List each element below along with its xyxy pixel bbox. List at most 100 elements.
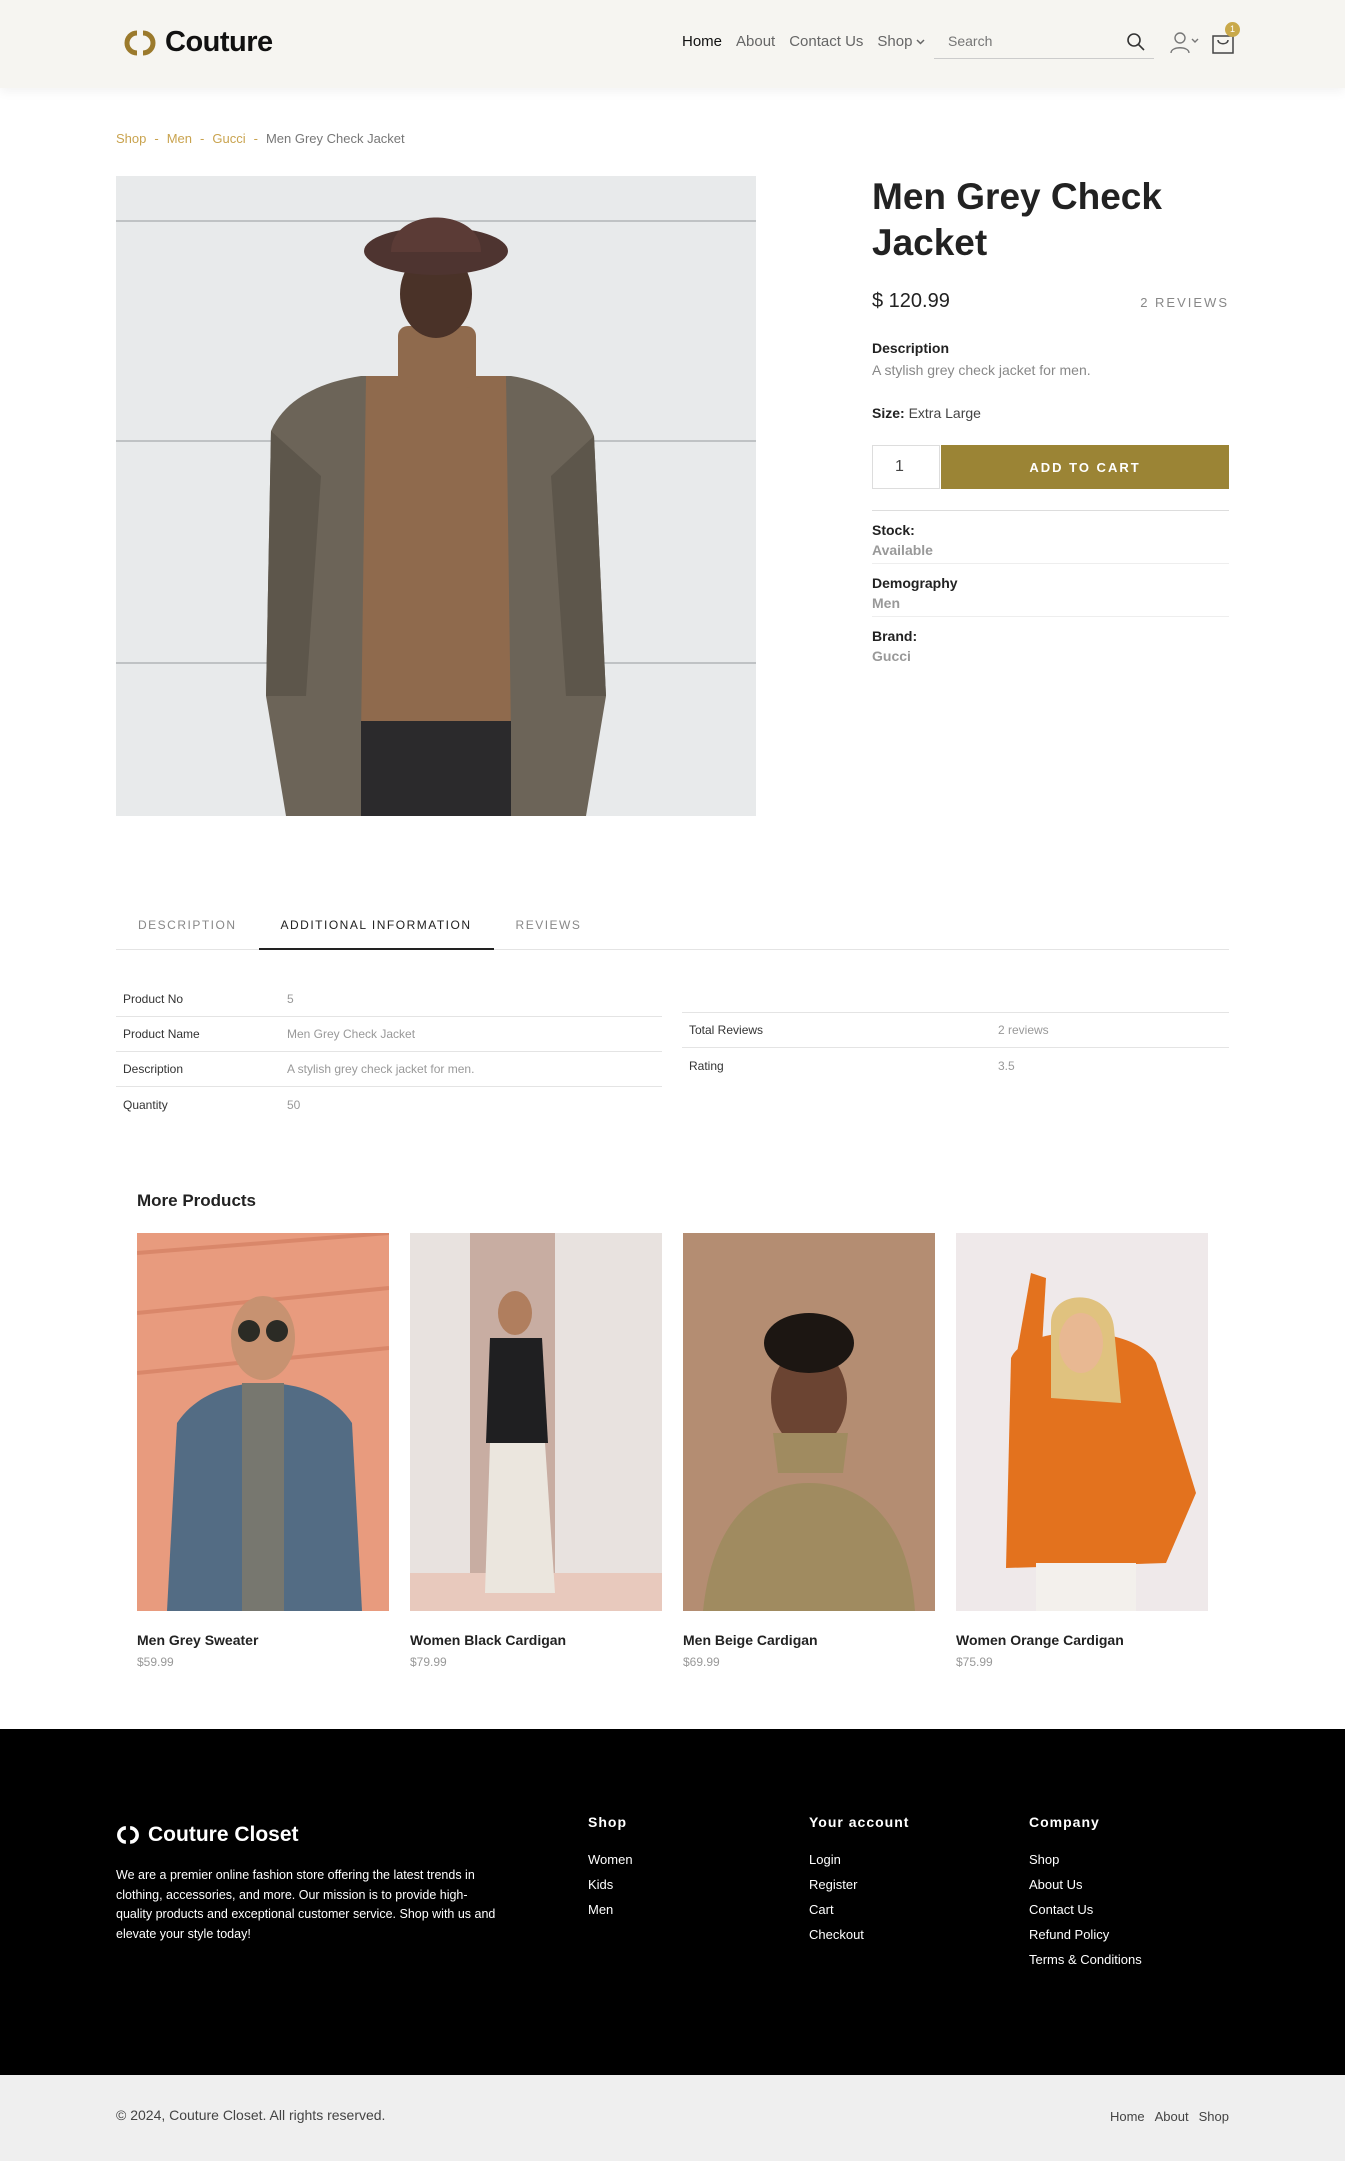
table-row: Quantity 50	[116, 1087, 662, 1122]
bottom-link-home[interactable]: Home	[1110, 2109, 1145, 2124]
table-row: Product No 5	[116, 982, 662, 1017]
tab-description[interactable]: DESCRIPTION	[116, 900, 259, 950]
description-text: A stylish grey check jacket for men.	[872, 362, 1091, 378]
size-info: Size: Extra Large	[872, 405, 981, 421]
footer-shop-column: Shop Women Kids Men	[588, 1814, 633, 1927]
nav-home[interactable]: Home	[682, 33, 722, 50]
info-value: 2 reviews	[998, 1023, 1049, 1037]
product-card-name[interactable]: Women Orange Cardigan	[956, 1632, 1208, 1648]
breadcrumb-shop[interactable]: Shop	[116, 131, 146, 146]
footer-link-refund[interactable]: Refund Policy	[1029, 1927, 1142, 1942]
product-card-price: $59.99	[137, 1655, 174, 1669]
footer-link-women[interactable]: Women	[588, 1852, 633, 1867]
reviews-count-link[interactable]: 2 REVIEWS	[1140, 295, 1229, 310]
table-row: Description A stylish grey check jacket …	[116, 1052, 662, 1087]
breadcrumb-separator: -	[253, 131, 258, 146]
review-info-table: Total Reviews 2 reviews Rating 3.5	[682, 1012, 1229, 1083]
nav-about[interactable]: About	[736, 33, 775, 50]
site-header: Couture Home About Contact Us Shop 1	[0, 0, 1345, 88]
product-info-table: Product No 5 Product Name Men Grey Check…	[116, 982, 662, 1122]
footer-about-text: We are a premier online fashion store of…	[116, 1868, 496, 1941]
product-card-image	[136, 1231, 390, 1611]
bottom-link-shop[interactable]: Shop	[1199, 2109, 1229, 2124]
info-key: Rating	[689, 1058, 724, 1073]
copyright-text: © 2024, Couture Closet. All rights reser…	[116, 2107, 386, 2123]
footer-link-shop[interactable]: Shop	[1029, 1852, 1142, 1867]
product-card-price: $75.99	[956, 1655, 993, 1669]
meta-key: Demography	[872, 575, 958, 591]
tab-reviews[interactable]: REVIEWS	[494, 900, 604, 950]
footer-link-checkout[interactable]: Checkout	[809, 1927, 909, 1942]
table-row: Rating 3.5	[682, 1048, 1229, 1083]
footer-link-men[interactable]: Men	[588, 1902, 633, 1917]
footer-logo-text: Couture Closet	[148, 1823, 299, 1846]
breadcrumb-men[interactable]: Men	[167, 131, 192, 146]
info-value: Men Grey Check Jacket	[287, 1027, 416, 1041]
footer-link-kids[interactable]: Kids	[588, 1877, 633, 1892]
breadcrumb-gucci[interactable]: Gucci	[212, 131, 245, 146]
meta-key: Brand:	[872, 628, 918, 644]
product-title: Men Grey Check Jacket	[872, 176, 1162, 263]
footer-link-contact[interactable]: Contact Us	[1029, 1902, 1142, 1917]
footer-link-terms[interactable]: Terms & Conditions	[1029, 1952, 1142, 1967]
table-row: Total Reviews 2 reviews	[682, 1013, 1229, 1048]
breadcrumb-current: Men Grey Check Jacket	[265, 131, 405, 146]
product-card[interactable]: Women Orange Cardigan $75.99	[956, 1233, 1208, 1669]
info-key: Quantity	[123, 1097, 168, 1112]
breadcrumb-separator: -	[154, 131, 159, 146]
couture-logo-icon	[124, 30, 156, 55]
info-key: Description	[123, 1062, 184, 1076]
footer-account-column: Your account Login Register Cart Checkou…	[809, 1814, 909, 1952]
size-label: Size:	[872, 405, 905, 421]
quantity-input[interactable]	[872, 445, 940, 489]
main-nav: Home About Contact Us Shop	[682, 33, 925, 50]
product-card-name[interactable]: Men Beige Cardigan	[683, 1632, 935, 1648]
product-card-name[interactable]: Women Black Cardigan	[410, 1632, 662, 1648]
meta-value: Available	[872, 542, 933, 558]
bottom-bar: © 2024, Couture Closet. All rights reser…	[0, 2075, 1345, 2161]
info-value: 5	[287, 992, 294, 1006]
footer-link-cart[interactable]: Cart	[809, 1902, 909, 1917]
info-key: Total Reviews	[689, 1023, 764, 1037]
nav-shop-label: Shop	[877, 33, 913, 50]
user-account-icon[interactable]	[1170, 30, 1200, 54]
add-to-cart-button[interactable]: ADD TO CART	[941, 445, 1229, 489]
logo[interactable]: Couture	[123, 26, 273, 59]
table-row: Product Name Men Grey Check Jacket	[116, 1017, 662, 1052]
nav-contact[interactable]: Contact Us	[789, 33, 863, 50]
product-card[interactable]: Men Grey Sweater $59.99	[136, 1231, 390, 1669]
footer-column-title: Shop	[588, 1814, 627, 1830]
search-input[interactable]	[934, 26, 1114, 56]
chevron-down-icon	[916, 39, 925, 45]
footer-link-about[interactable]: About Us	[1029, 1877, 1142, 1892]
product-card-name[interactable]: Men Grey Sweater	[137, 1632, 389, 1648]
logo-text: Couture	[165, 26, 273, 58]
product-image	[116, 176, 756, 816]
product-card-image	[410, 1233, 662, 1611]
product-card[interactable]: Men Beige Cardigan $69.99	[683, 1233, 935, 1669]
info-value: 3.5	[998, 1058, 1015, 1073]
meta-demography: Demography Men	[872, 564, 1229, 617]
footer-link-login[interactable]: Login	[809, 1852, 909, 1867]
product-photo	[116, 176, 756, 816]
description-label: Description	[872, 340, 950, 356]
meta-value: Gucci	[872, 648, 911, 664]
product-card[interactable]: Women Black Cardigan $79.99	[410, 1233, 662, 1669]
search-bar	[934, 26, 1154, 59]
footer-link-register[interactable]: Register	[809, 1877, 909, 1892]
footer-logo[interactable]: Couture Closet	[116, 1823, 299, 1847]
nav-shop-dropdown[interactable]: Shop	[877, 33, 925, 50]
footer-company-column: Company Shop About Us Contact Us Refund …	[1029, 1814, 1142, 1977]
bottom-nav: Home About Shop	[1110, 2109, 1229, 2124]
product-card-price: $79.99	[410, 1655, 447, 1669]
site-footer: Couture Closet We are a premier online f…	[0, 1729, 1345, 2075]
tab-additional-information[interactable]: ADDITIONAL INFORMATION	[258, 900, 494, 950]
product-card-price: $69.99	[683, 1655, 720, 1669]
product-tabs: DESCRIPTION ADDITIONAL INFORMATION REVIE…	[116, 900, 1229, 950]
bottom-link-about[interactable]: About	[1155, 2109, 1189, 2124]
size-value: Extra Large	[908, 405, 981, 421]
info-value: A stylish grey check jacket for men.	[287, 1062, 475, 1076]
search-icon[interactable]	[1126, 32, 1146, 52]
product-card-image	[956, 1233, 1208, 1611]
product-meta: Stock: Available Demography Men Brand: G…	[872, 510, 1229, 670]
